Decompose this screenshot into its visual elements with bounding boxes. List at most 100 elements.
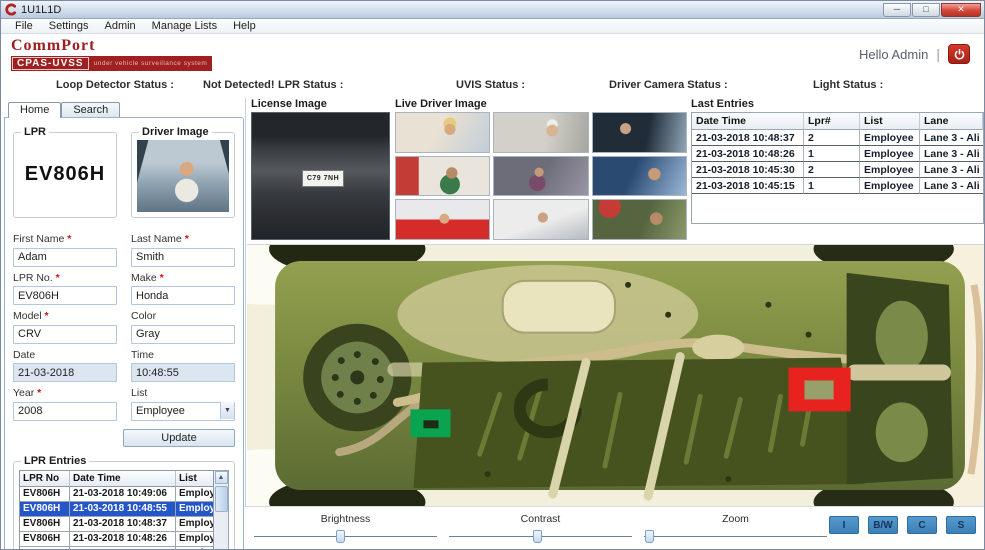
table-row[interactable]: 21-03-2018 10:45:15 1 Employee Lane 3 - Al… bbox=[692, 178, 983, 194]
lpr-plate-display: EV806H bbox=[24, 163, 106, 185]
driver-photo-thumbnail[interactable] bbox=[493, 199, 589, 240]
header: CommPort CPAS-UVSS under vehicle surveil… bbox=[1, 34, 984, 76]
viewer-mode-button[interactable]: B/W bbox=[868, 516, 898, 534]
menu-item[interactable]: File bbox=[7, 20, 41, 32]
vertical-scrollbar[interactable]: ▲ ▼ bbox=[214, 469, 229, 549]
column-header: LPR No bbox=[20, 470, 70, 487]
table-row[interactable]: EV806H21-03-2018 10:48:55 Employee1 bbox=[20, 501, 213, 517]
required-asterisk: * bbox=[37, 387, 42, 399]
lpr-groupbox: LPR EV806H bbox=[13, 126, 117, 218]
driver-photo-thumbnail[interactable] bbox=[395, 199, 491, 240]
column-header: List bbox=[860, 113, 920, 130]
image-adjust-slider: Zoom bbox=[638, 507, 833, 549]
slider-thumb[interactable] bbox=[645, 530, 655, 543]
license-plate-text: C79 7NH bbox=[302, 170, 344, 187]
loop-detector-status-value: Not Detected! bbox=[203, 79, 275, 91]
first-name-field[interactable] bbox=[13, 247, 117, 267]
color-field[interactable] bbox=[131, 324, 235, 344]
required-asterisk: * bbox=[44, 310, 49, 322]
viewer-mode-button[interactable]: S bbox=[946, 516, 976, 534]
make-field[interactable] bbox=[131, 286, 235, 305]
column-header: Lpr# bbox=[804, 113, 860, 130]
update-button[interactable]: Update bbox=[123, 428, 235, 447]
last-name-field[interactable] bbox=[131, 247, 235, 267]
app-icon bbox=[4, 3, 17, 16]
time-field[interactable] bbox=[131, 363, 235, 382]
driver-photo-thumbnail[interactable] bbox=[395, 155, 491, 197]
scrollbar-thumb[interactable] bbox=[214, 485, 228, 512]
undercarriage-scan-viewer[interactable] bbox=[247, 244, 984, 506]
logo-bar: CPAS-UVSS under vehicle surveillance sys… bbox=[11, 56, 213, 71]
driver-photo-thumbnail[interactable] bbox=[591, 199, 687, 240]
panel-divider bbox=[245, 98, 246, 549]
scroll-up-button[interactable]: ▲ bbox=[214, 470, 228, 484]
date-label: Date bbox=[13, 348, 36, 361]
slider-track[interactable] bbox=[644, 530, 827, 543]
lpr-entries-groupbox: LPR Entries LPR NoDate TimeListLpr# EV80… bbox=[13, 454, 235, 549]
driver-camera-status-label: Driver Camera Status : bbox=[609, 79, 728, 91]
menu-item[interactable]: Settings bbox=[41, 20, 97, 32]
menu-item[interactable]: Manage Lists bbox=[144, 20, 225, 32]
image-controls-bar: Brightness Contrast Zoom I B/W C S bbox=[244, 506, 984, 549]
driver-photo-thumbnail[interactable] bbox=[493, 155, 589, 197]
lpr-no-label: LPR No. bbox=[13, 271, 53, 284]
left-panel: Home Search LPR EV806H Driver Image First… bbox=[4, 99, 244, 549]
last-entries-title: Last Entries bbox=[691, 98, 754, 110]
vehicle-form: First Name * Last Name * LPR No. * Make … bbox=[11, 230, 237, 421]
greeting-text: Hello Admin bbox=[858, 46, 929, 62]
status-bar: Loop Detector Status : Not Detected! LPR… bbox=[1, 76, 984, 98]
menu-item[interactable]: Help bbox=[225, 20, 264, 32]
year-field[interactable] bbox=[13, 401, 117, 421]
license-image-title: License Image bbox=[251, 98, 327, 110]
table-row[interactable]: 21-03-2018 10:48:37 2 Employee Lane 3 - Al… bbox=[692, 130, 983, 146]
required-asterisk: * bbox=[67, 233, 72, 245]
driver-photo-thumbnail[interactable] bbox=[591, 155, 687, 197]
last-name-label: Last Name bbox=[131, 233, 182, 245]
date-field[interactable] bbox=[13, 363, 117, 382]
driver-photo-thumbnail[interactable] bbox=[591, 112, 687, 153]
live-driver-grid bbox=[395, 112, 687, 240]
window-title: 1U1L1D bbox=[21, 3, 62, 16]
slider-thumb[interactable] bbox=[532, 530, 542, 543]
close-button[interactable]: ✕ bbox=[941, 2, 981, 17]
slider-label: Zoom bbox=[722, 513, 749, 525]
model-field[interactable] bbox=[13, 324, 117, 344]
table-row[interactable]: EV806H21-03-2018 10:48:37 Employee2 bbox=[20, 516, 213, 532]
table-row[interactable]: 21-03-2018 10:45:30 2 Employee Lane 3 - Al… bbox=[692, 162, 983, 178]
column-header: Lane bbox=[920, 113, 983, 130]
driver-image-group-title: Driver Image bbox=[139, 126, 212, 138]
minimize-button[interactable]: ─ bbox=[883, 2, 911, 17]
table-row[interactable]: 21-03-2018 10:48:26 1 Employee Lane 3 - Al… bbox=[692, 146, 983, 162]
slider-track[interactable] bbox=[449, 530, 632, 543]
slider-thumb[interactable] bbox=[336, 530, 345, 543]
tab[interactable]: Home bbox=[8, 102, 62, 118]
light-status-label: Light Status : bbox=[813, 79, 884, 91]
logout-power-button[interactable] bbox=[948, 44, 970, 64]
lpr-status-label: LPR Status : bbox=[278, 79, 344, 91]
tab-strip: Home Search bbox=[4, 99, 244, 118]
column-header: List bbox=[176, 470, 213, 487]
lpr-group-title: LPR bbox=[21, 126, 49, 138]
uvis-status-label: UVIS Status : bbox=[456, 79, 526, 91]
table-row[interactable]: EV806H21-03-2018 10:45:20 Employee2 bbox=[20, 546, 213, 549]
viewer-mode-button[interactable]: I bbox=[829, 516, 859, 534]
driver-photo-thumbnail[interactable] bbox=[493, 112, 589, 153]
color-label: Color bbox=[131, 310, 157, 322]
table-row[interactable]: EV806H21-03-2018 10:48:26 Employee1 bbox=[20, 531, 213, 547]
menu-item[interactable]: Admin bbox=[96, 20, 143, 32]
logo-name: CommPort bbox=[11, 37, 96, 54]
list-label: List bbox=[131, 387, 148, 399]
driver-photo-thumbnail[interactable] bbox=[395, 112, 491, 153]
table-row[interactable]: EV806H21-03-2018 10:49:06 Employee2 bbox=[20, 486, 213, 502]
home-tab-panel: LPR EV806H Driver Image First Name * Las… bbox=[4, 117, 244, 549]
tab[interactable]: Search bbox=[61, 102, 121, 118]
slider-track[interactable] bbox=[254, 530, 437, 543]
chevron-down-icon[interactable]: ▼ bbox=[220, 402, 234, 419]
viewer-mode-button[interactable]: C bbox=[907, 516, 937, 534]
make-label: Make bbox=[131, 271, 157, 284]
last-entries-panel: Last Entries Date Time Lpr# List Lane 21-03… bbox=[691, 98, 984, 341]
lpr-no-field[interactable] bbox=[13, 286, 117, 305]
maximize-button[interactable]: □ bbox=[912, 2, 940, 17]
license-image-panel: License Image C79 7NH bbox=[251, 98, 390, 241]
slider-label: Contrast bbox=[520, 513, 561, 525]
